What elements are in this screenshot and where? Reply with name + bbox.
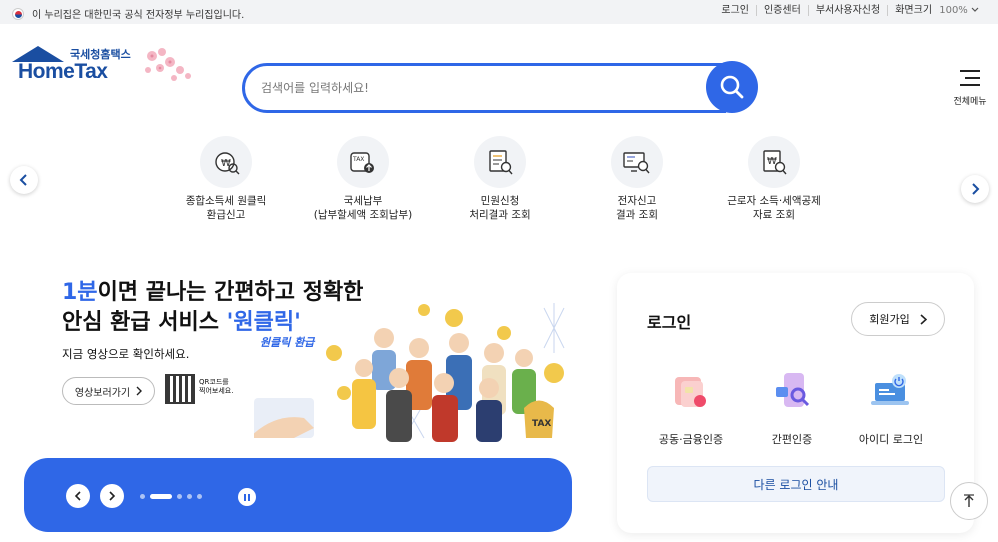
hometax-logo[interactable]: 국세청홈택스 HomeTax bbox=[10, 44, 191, 114]
quick-item-label: 전자신고 결과 조회 bbox=[616, 195, 658, 221]
signup-button[interactable]: 회원가입 bbox=[851, 302, 945, 336]
chevron-left-icon bbox=[74, 491, 81, 501]
banner-prev-button[interactable] bbox=[66, 484, 90, 508]
banner-pagination bbox=[140, 494, 202, 499]
banner-title-highlight: 1분 bbox=[62, 280, 98, 305]
search-input[interactable] bbox=[261, 76, 691, 100]
login-option-label: 아이디 로그인 bbox=[858, 433, 924, 446]
gov-topbar: 이 누리집은 대한민국 공식 전자정부 누리집입니다. 로그인 인증센터 부서사… bbox=[0, 0, 998, 24]
arrow-up-icon bbox=[964, 494, 974, 507]
quick-item-label: 근로자 소득·세액공제 자료 조회 bbox=[727, 195, 821, 221]
zoom-label: 화면크기 bbox=[895, 5, 933, 16]
all-menu-button[interactable]: 전체메뉴 bbox=[948, 66, 992, 110]
chevron-left-icon bbox=[19, 174, 27, 186]
quick-item-civil-request[interactable]: 민원신청 처리결과 조회 bbox=[425, 136, 575, 222]
chevron-right-icon bbox=[109, 491, 116, 501]
chevron-right-icon bbox=[920, 313, 927, 325]
search-icon bbox=[720, 75, 744, 99]
watch-video-label: 영상보러가기 bbox=[74, 387, 131, 399]
document-search-icon bbox=[474, 136, 526, 188]
quick-item-label: 민원신청 처리결과 조회 bbox=[469, 195, 531, 221]
pagination-dot[interactable] bbox=[177, 494, 182, 499]
id-login-laptop-icon bbox=[871, 374, 909, 405]
qr-caption: QR코드를 찍어보세요. bbox=[199, 378, 234, 395]
other-login-button[interactable]: 다른 로그인 안내 bbox=[647, 466, 945, 502]
qr-code-icon bbox=[165, 374, 195, 404]
quick-item-e-filing-result[interactable]: 전자신고 결과 조회 bbox=[562, 136, 712, 222]
tax-payment-icon: TAX bbox=[337, 136, 389, 188]
quick-item-tax-payment[interactable]: TAX 국세납부 (납부할세액 조회납부) bbox=[288, 136, 438, 222]
quick-next-button[interactable] bbox=[961, 175, 989, 203]
pagination-dot[interactable] bbox=[197, 494, 202, 499]
login-option-certificate[interactable]: 공동·금융인증 bbox=[641, 369, 741, 447]
banner-next-button[interactable] bbox=[100, 484, 124, 508]
pagination-dot-active[interactable] bbox=[150, 494, 172, 499]
quick-item-label: 국세납부 (납부할세액 조회납부) bbox=[313, 195, 413, 221]
zoom-control[interactable]: 화면크기 100% bbox=[887, 5, 986, 16]
svg-text:TAX: TAX bbox=[352, 156, 364, 163]
cherry-blossom-icon bbox=[145, 48, 191, 81]
gov-notice: 이 누리집은 대한민국 공식 전자정부 누리집입니다. bbox=[12, 6, 244, 21]
cert-center-link[interactable]: 인증센터 bbox=[756, 5, 808, 16]
quick-item-oneclick-refund[interactable]: ₩ 종합소득세 원클릭 환급신고 bbox=[151, 136, 301, 222]
login-option-id[interactable]: 아이디 로그인 bbox=[841, 369, 941, 447]
banner-title-line2: 안심 환급 서비스 bbox=[62, 310, 227, 335]
hamburger-icon bbox=[960, 70, 980, 86]
scroll-top-button[interactable] bbox=[950, 482, 988, 520]
quick-item-label: 종합소득세 원클릭 환급신고 bbox=[185, 195, 267, 221]
pagination-dot[interactable] bbox=[187, 494, 192, 499]
taxpayers-illustration: TAX 원클릭 환급 bbox=[254, 303, 565, 442]
utility-links: 로그인 인증센터 부서사용자신청 화면크기 100% bbox=[714, 5, 986, 16]
logo-title: HomeTax bbox=[18, 60, 108, 83]
search-button[interactable] bbox=[706, 61, 758, 113]
gov-notice-text: 이 누리집은 대한민국 공식 전자정부 누리집입니다. bbox=[32, 10, 245, 21]
korea-flag-icon bbox=[12, 7, 24, 20]
chevron-right-icon bbox=[972, 183, 980, 195]
dept-user-link[interactable]: 부서사용자신청 bbox=[807, 5, 887, 16]
mobile-auth-icon bbox=[776, 373, 810, 407]
tax-bag-label: TAX bbox=[532, 419, 551, 429]
banner-subtitle: 지금 영상으로 확인하세요. bbox=[62, 347, 190, 361]
monitor-search-icon bbox=[611, 136, 663, 188]
all-menu-label: 전체메뉴 bbox=[953, 97, 987, 107]
banner-controls bbox=[24, 458, 572, 532]
quick-item-worker-deduction[interactable]: ₩ 근로자 소득·세액공제 자료 조회 bbox=[699, 136, 849, 222]
login-option-simple-auth[interactable]: 간편인증 bbox=[742, 369, 842, 447]
banner-pause-button[interactable] bbox=[238, 488, 256, 506]
quick-prev-button[interactable] bbox=[10, 166, 38, 194]
signup-label: 회원가입 bbox=[869, 313, 910, 326]
certificate-card-icon bbox=[675, 377, 706, 407]
oneclick-badge: 원클릭 환급 bbox=[260, 336, 316, 349]
chevron-right-icon bbox=[136, 386, 143, 396]
search-box bbox=[242, 63, 726, 113]
login-panel: 로그인 회원가입 공동·금융인증 간편인증 아이디 로그인 다른 로그인 안내 bbox=[617, 273, 974, 533]
zoom-value: 100% bbox=[939, 5, 968, 16]
watch-video-button[interactable]: 영상보러가기 bbox=[62, 377, 155, 405]
login-title: 로그인 bbox=[647, 313, 692, 332]
login-option-label: 간편인증 bbox=[771, 433, 813, 446]
pagination-dot[interactable] bbox=[140, 494, 145, 499]
won-document-search-icon: ₩ bbox=[748, 136, 800, 188]
login-option-label: 공동·금융인증 bbox=[658, 433, 724, 446]
won-receipt-search-icon: ₩ bbox=[200, 136, 252, 188]
top-login-link[interactable]: 로그인 bbox=[714, 5, 756, 16]
chevron-down-icon bbox=[971, 7, 979, 12]
